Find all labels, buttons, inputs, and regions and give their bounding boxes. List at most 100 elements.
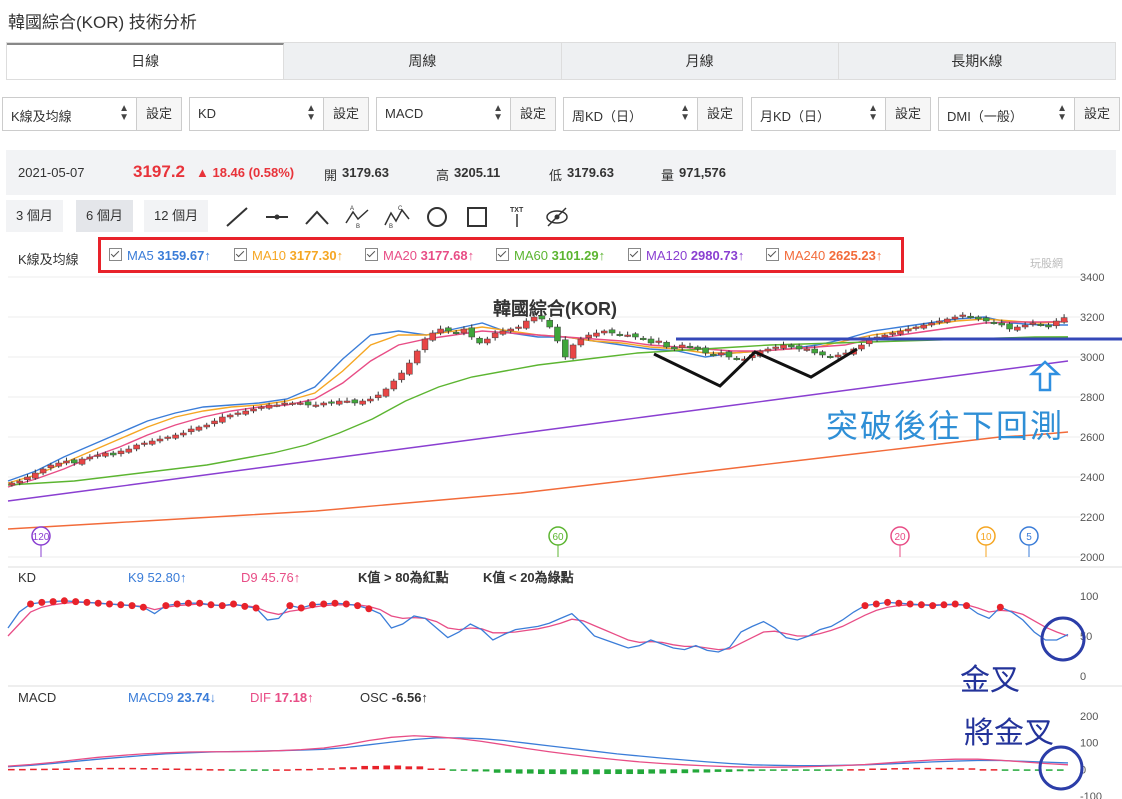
macd-legend-item: DIF 17.18↑ (250, 690, 314, 705)
kd-legend-item: D9 45.76↑ (241, 570, 300, 585)
osc-bar (1023, 769, 1031, 771)
k-red-dot (895, 599, 903, 607)
osc-bar (162, 768, 170, 770)
osc-bar (482, 769, 490, 772)
osc-bar (626, 769, 633, 775)
candle (585, 334, 592, 339)
ma-marker-label: 10 (980, 532, 992, 543)
candle (632, 333, 639, 338)
k-red-dot (286, 602, 294, 610)
osc-bar (990, 769, 998, 771)
candle (593, 332, 600, 337)
candle (71, 459, 78, 464)
k-red-dot (184, 599, 192, 607)
ma-marker-label: 5 (1026, 532, 1032, 543)
macd-legend-item: OSC -6.56↑ (360, 690, 428, 705)
osc-bar (383, 765, 391, 770)
candle (468, 327, 475, 338)
candle (795, 345, 803, 350)
y-tick-label: 2400 (1080, 472, 1104, 484)
k-red-dot (331, 599, 339, 607)
candle (507, 328, 514, 332)
kd-note: K值 > 80為紅點 (358, 570, 449, 585)
osc-bar (41, 768, 48, 771)
kd-y-tick: 0 (1080, 671, 1086, 683)
osc-bar (670, 769, 678, 774)
k-red-dot (252, 604, 260, 612)
osc-bar (582, 769, 589, 775)
candle (1014, 326, 1021, 331)
candle (320, 402, 327, 406)
kd-panel-label: KD (18, 570, 36, 585)
osc-bar (295, 768, 302, 771)
ma-line-ma10 (7, 318, 1069, 484)
candle (967, 315, 974, 318)
candle (717, 352, 725, 356)
osc-bar (405, 766, 413, 770)
osc-bar (747, 769, 755, 772)
candle (484, 338, 491, 344)
k-red-dot (365, 605, 373, 613)
k-red-dot (884, 598, 892, 606)
k-red-dot (308, 601, 316, 609)
osc-bar (736, 769, 744, 772)
osc-bar (228, 769, 236, 771)
osc-bar (935, 767, 943, 770)
candle (63, 460, 70, 464)
candle (460, 328, 468, 334)
candle (32, 472, 39, 479)
osc-bar (339, 767, 346, 770)
candle (125, 448, 133, 453)
candle (959, 314, 967, 317)
candle (211, 420, 218, 425)
candle (133, 444, 140, 450)
candle (289, 402, 296, 405)
candle (109, 452, 117, 456)
osc-bar (306, 768, 313, 771)
candle (351, 399, 359, 404)
candle (951, 316, 959, 320)
candle (172, 434, 179, 439)
candle (624, 334, 631, 337)
y-tick-label: 2800 (1080, 392, 1104, 404)
osc-bar (96, 767, 103, 770)
candle (336, 400, 343, 405)
osc-bar (140, 768, 148, 770)
candle (39, 468, 47, 474)
candle (569, 344, 577, 359)
candle (616, 333, 624, 336)
candle (234, 412, 242, 415)
osc-bar (648, 769, 656, 774)
candle (343, 400, 351, 403)
candle (437, 328, 444, 334)
k-red-dot (27, 600, 35, 608)
osc-bar (173, 768, 181, 770)
candle (8, 482, 16, 486)
candle (476, 337, 483, 344)
candle (406, 362, 413, 375)
candle (702, 347, 709, 354)
osc-bar (317, 768, 324, 770)
osc-bar (74, 768, 81, 770)
candle (725, 351, 733, 358)
candle (943, 318, 951, 323)
osc-bar (250, 769, 258, 771)
osc-bar (758, 769, 766, 771)
k-red-dot (230, 600, 238, 608)
k-red-dot (139, 603, 147, 611)
ma-marker-label: 60 (552, 532, 564, 543)
k-red-dot (38, 598, 46, 606)
osc-bar (85, 768, 92, 770)
osc-bar (913, 767, 921, 770)
osc-bar (129, 767, 137, 770)
candle (897, 330, 904, 335)
candle (203, 424, 210, 428)
osc-bar (769, 769, 777, 771)
osc-bar (217, 769, 225, 771)
candle (86, 456, 94, 460)
candle (788, 344, 795, 348)
osc-bar (869, 768, 876, 770)
osc-bar (1056, 769, 1064, 771)
candle (577, 338, 585, 346)
osc-bar (549, 769, 556, 775)
